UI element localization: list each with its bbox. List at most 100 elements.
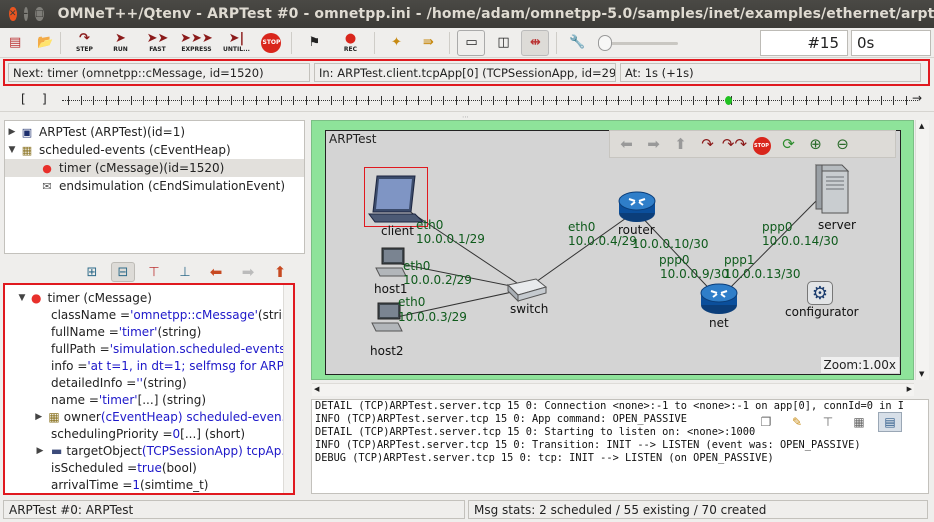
field-value: 'at t=1, in dt=1; selfmsg for ARPTe... [87,358,295,373]
canvas-back-button[interactable]: ⬅ [613,135,640,153]
network-canvas[interactable]: ARPTest client host1 host2 switch router… [325,130,901,375]
collapse-arrow-icon[interactable]: ▼ [5,145,19,155]
timeline-tick [493,96,494,105]
copy-log-button[interactable]: ❐ [754,412,778,432]
tree-item-scheduled-events[interactable]: ▼ ▦ scheduled-events (cEventHeap) [5,141,304,159]
slider-handle[interactable] [598,34,613,51]
inspector-field-row[interactable]: fullName = 'timer' (string) [5,323,293,340]
inspector-field-row[interactable]: info = 'at t=1, in dt=1; selfmsg for ARP… [5,357,293,374]
timeline-tick [293,96,294,105]
run-button[interactable]: ➤ RUN [104,30,136,56]
inspector-field-row[interactable]: ▶ ▦ owner (cEventHeap) scheduled-even... [5,408,293,425]
minimize-window-button[interactable]: – [23,7,29,21]
node-net[interactable] [699,281,739,320]
node-configurator[interactable]: ⚙ [807,281,833,305]
scroll-down-icon[interactable]: ▼ [919,370,924,378]
timeline-tick [768,96,769,105]
canvas-up-button[interactable]: ⬆ [667,135,694,153]
flat-view-button[interactable]: ⊟ [111,262,135,282]
timeline-tick [893,96,894,105]
tree-item-endsimulation[interactable]: ✉ endsimulation (cEndSimulationEvent) [5,177,304,195]
timeline-tick [630,96,632,105]
children-view-button[interactable]: ⊤ [142,262,166,282]
step-button[interactable]: ↷ STEP [68,30,100,56]
new-run-button[interactable]: ▤ [9,30,21,56]
inspector-field-row[interactable]: fullPath = 'simulation.scheduled-events.… [5,340,293,357]
inheritance-view-button[interactable]: ⊥ [173,262,197,282]
canvas-vertical-scrollbar[interactable]: ▲ ▼ [915,120,929,380]
timeline-bracket-close: ] [42,92,47,106]
step-label: STEP [76,46,93,53]
inspector-field-row[interactable]: isScheduled = true (bool) [5,459,293,476]
inspector-field-row[interactable]: schedulingPriority = 0 [...] (short) [5,425,293,442]
gate-label: 10.0.0.9/30 [660,267,729,281]
timeline-toggle-button[interactable]: ⇹ [521,29,550,56]
expand-arrow-icon[interactable]: ▶ [33,446,47,456]
canvas-horizontal-scrollbar[interactable]: ◀ ▶ [312,383,914,396]
router-icon [618,191,656,222]
forward-button[interactable]: ➡ [236,262,260,282]
field-name: owner [63,409,101,424]
field-value: (TCPSessionApp) tcpAp... [141,443,293,458]
scroll-right-icon[interactable]: ▶ [907,385,912,393]
messages-mode-button[interactable]: ▦ [847,412,871,432]
go-up-button[interactable]: ⬆ [268,262,292,282]
scroll-left-icon[interactable]: ◀ [314,385,319,393]
animation-speed-slider[interactable] [598,33,679,53]
canvas-run-button[interactable]: ↷↷ [721,135,748,153]
canvas-forward-button[interactable]: ➡ [640,135,667,153]
inspector-field-row[interactable]: name = 'timer' [...] (string) [5,391,293,408]
preferences-button[interactable]: 🔧 [564,30,590,56]
canvas-relayout-button[interactable]: ⟳ [775,135,802,153]
record-button[interactable]: ● REC [333,30,367,56]
log-filter-button[interactable]: ⊤ [816,412,840,432]
until-button[interactable]: ➤| UNTIL... [218,30,254,56]
tree-item-network[interactable]: ▶ ▣ ARPTest (ARPTest)(id=1) [5,123,304,141]
finish-simulation-button[interactable]: ⚑ [299,30,329,56]
timeline-tick [518,96,519,105]
back-button[interactable]: ⬅ [204,262,228,282]
event-timeline[interactable]: [ ] → [0,88,934,112]
timeline-tick [443,96,444,105]
layout-vertical-button[interactable]: ◫ [489,30,517,56]
fast-button[interactable]: ➤➤ FAST [140,30,174,56]
field-value: 0 [172,426,181,441]
zoom-out-icon[interactable]: ⊖ [829,135,856,153]
gate-label: 10.0.0.3/29 [398,310,467,324]
debug-next-event-button[interactable]: ⇛ [414,30,442,56]
stop-button[interactable]: STOP [258,30,284,56]
maximize-window-button[interactable]: □ [35,7,44,21]
inspector-field-row[interactable]: detailedInfo = '' (string) [5,374,293,391]
inspector-field-row[interactable]: ▶ ▬ targetObject (TCPSessionApp) tcpAp... [5,442,293,459]
expand-arrow-icon[interactable]: ▶ [5,127,19,137]
log-line: DEBUG (TCP)ARPTest.server.tcp 15 0: tcp:… [315,452,774,464]
gate-label: eth0 [398,295,426,309]
log-mode-button[interactable]: ▤ [878,412,902,432]
node-label-server: server [818,218,856,232]
group-by-category-button[interactable]: ⊞ [80,262,104,282]
gate-label: 10.0.0.10/30 [632,237,709,251]
expand-arrow-icon[interactable]: ▶ [33,412,44,422]
express-button[interactable]: ➤➤➤ EXPRESS [178,30,214,56]
node-server[interactable] [812,161,852,218]
timeline-tick [693,96,694,105]
load-ned-button[interactable]: 📂 [37,30,53,56]
event-number-display: #15 [760,30,848,56]
scroll-up-icon[interactable]: ▲ [919,122,924,130]
canvas-stop-button[interactable]: STOP [748,133,775,155]
inspector-root[interactable]: ▼ ● timer (cMessage) [5,289,293,306]
collapse-arrow-icon[interactable]: ▼ [15,293,29,303]
tree-item-timer[interactable]: ● timer (cMessage)(id=1520) [5,159,304,177]
find-in-log-button[interactable]: ✎ [785,412,809,432]
layout-horizontal-button[interactable]: ▭ [457,29,486,56]
inspector-field-row[interactable]: arrivalTime = 1 (simtime_t) [5,476,293,493]
inspector-field-row[interactable]: className = 'omnetpp::cMessage' (string) [5,306,293,323]
inspector-scrollbar[interactable] [283,285,293,493]
find-objects-button[interactable]: ✦ [382,30,410,56]
zoom-in-icon[interactable]: ⊕ [802,135,829,153]
timeline-tick [93,96,94,105]
up-arrow-icon: ⬆ [273,263,287,281]
close-window-button[interactable]: ✕ [9,7,17,21]
canvas-step-button[interactable]: ↷ [694,135,721,153]
step-icon: ↷ [79,31,90,46]
